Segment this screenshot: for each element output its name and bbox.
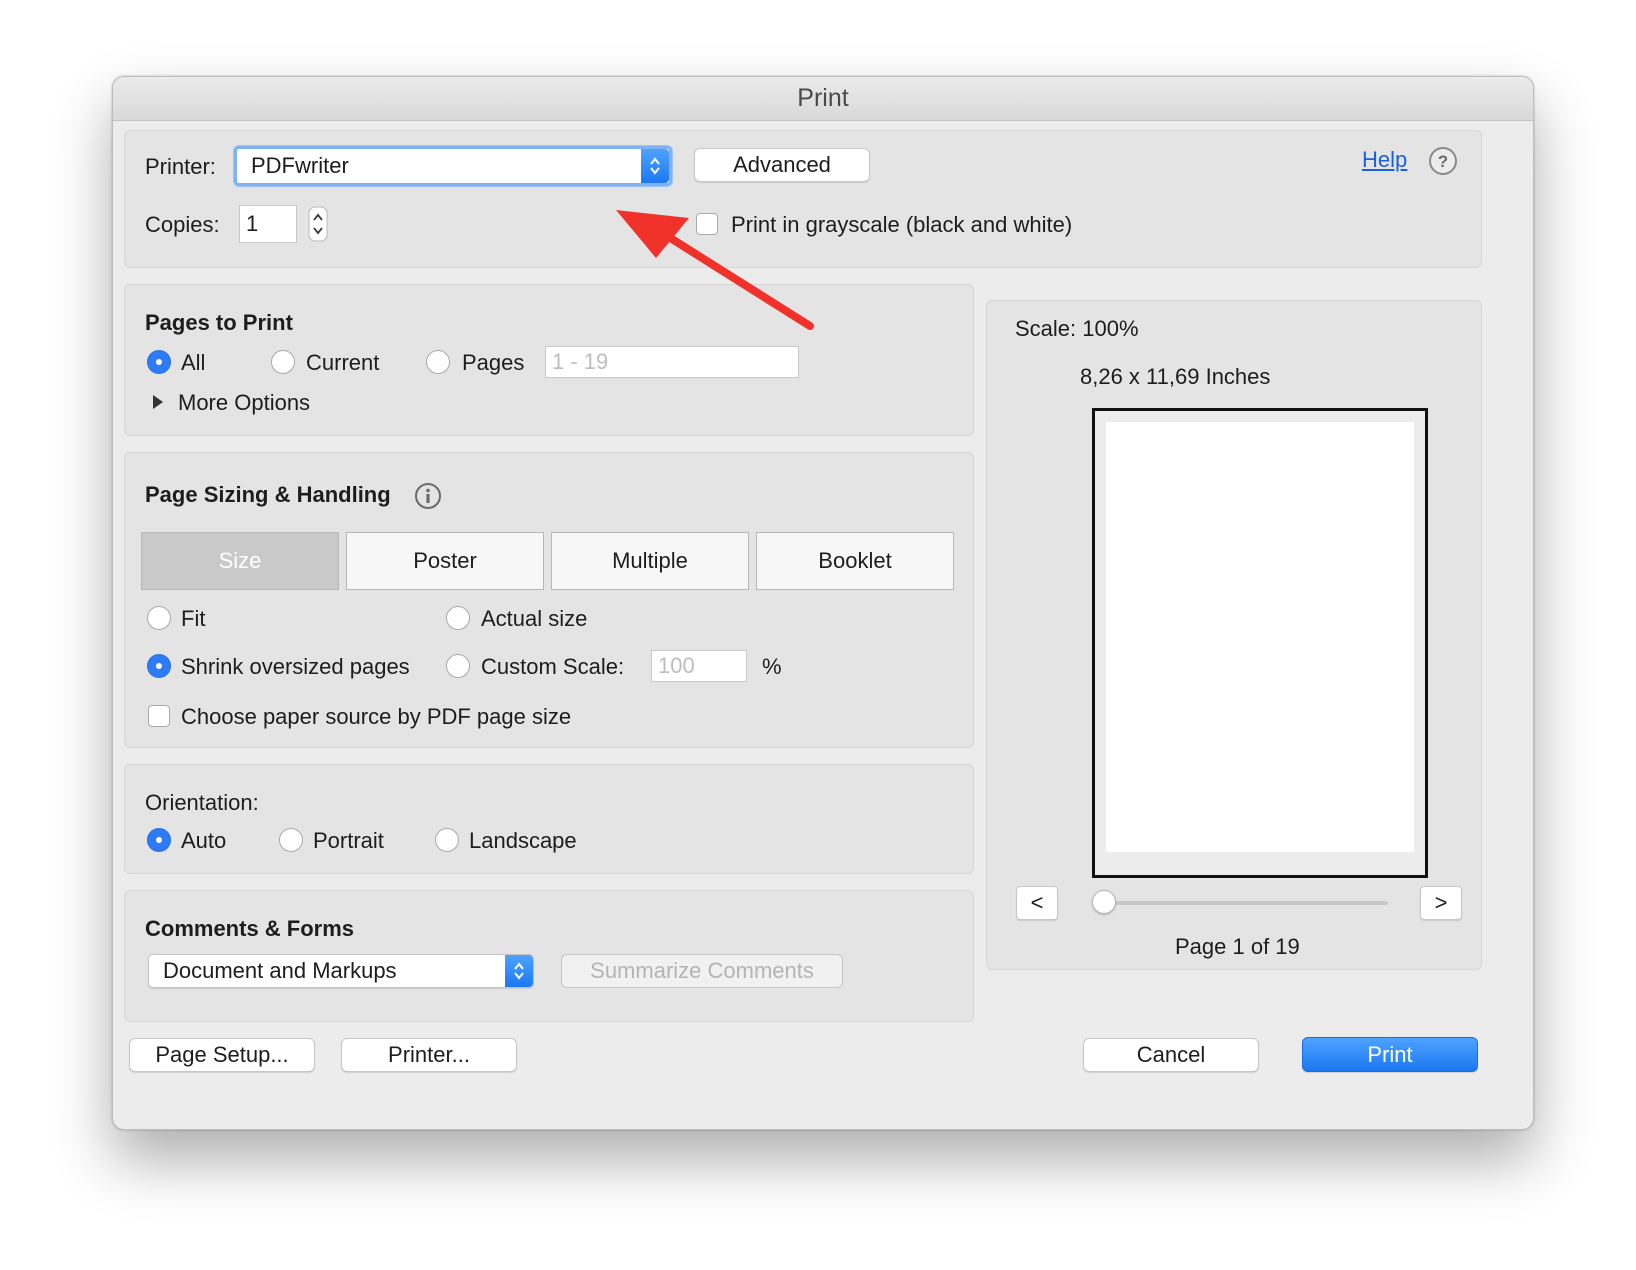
annotation-arrow — [616, 210, 814, 330]
